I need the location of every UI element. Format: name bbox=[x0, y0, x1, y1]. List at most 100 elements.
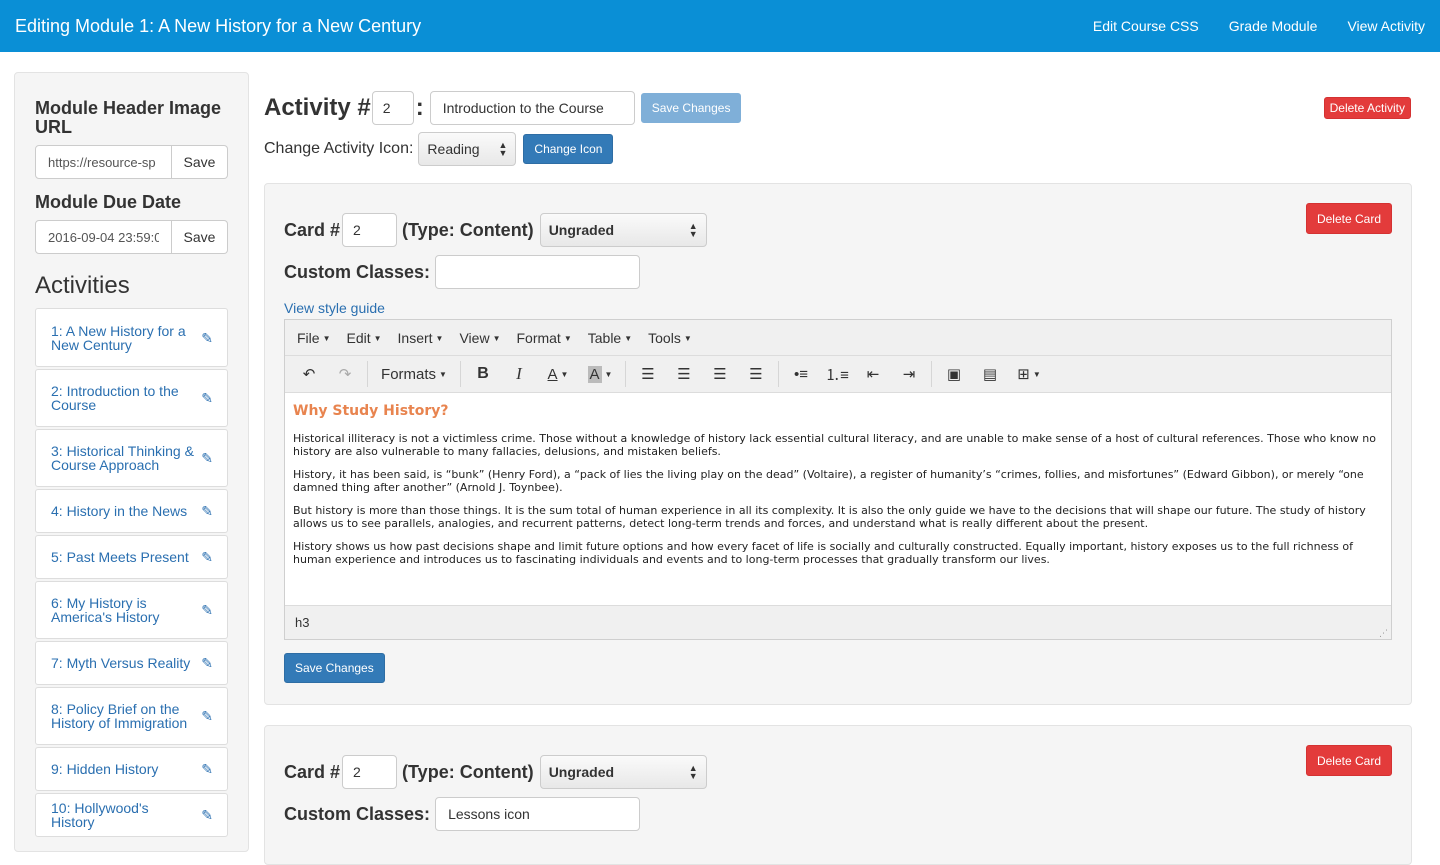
numbered-list-icon[interactable]: ⒈≡ bbox=[819, 359, 855, 389]
bold-icon[interactable]: B bbox=[465, 359, 501, 389]
grade-module-link[interactable]: Grade Module bbox=[1229, 18, 1318, 34]
card-grading-value: Ungraded bbox=[548, 222, 615, 238]
editor-content[interactable]: Why Study History? Historical illiteracy… bbox=[285, 393, 1391, 605]
menu-insert[interactable]: Insert ▼ bbox=[392, 330, 450, 346]
top-nav: Edit Course CSS Grade Module View Activi… bbox=[1093, 18, 1425, 34]
header-image-save-button[interactable]: Save bbox=[172, 145, 228, 179]
insert-table-icon[interactable]: ⊞ ▼ bbox=[1008, 359, 1050, 389]
pencil-icon[interactable]: ✎ bbox=[201, 762, 213, 776]
card-type-label: (Type: Content) bbox=[402, 219, 534, 240]
caret-down-icon: ▼ bbox=[624, 334, 633, 344]
pencil-icon[interactable]: ✎ bbox=[201, 550, 213, 564]
activity-number-input[interactable] bbox=[371, 91, 414, 125]
activity-list-item[interactable]: 2: Introduction to the Course ✎ bbox=[35, 369, 228, 427]
menu-tools[interactable]: Tools ▼ bbox=[642, 330, 698, 346]
card-save-button[interactable]: Save Changes bbox=[284, 653, 385, 683]
card-panel: Delete Card Card # (Type: Content) Ungra… bbox=[264, 725, 1412, 865]
activity-list-item[interactable]: 1: A New History for a New Century ✎ bbox=[35, 308, 228, 367]
activity-icon-select[interactable]: Reading ▲ ▼ bbox=[418, 132, 517, 166]
delete-card-button[interactable]: Delete Card bbox=[1305, 203, 1392, 234]
activity-link[interactable]: 3: Historical Thinking & Course Approach bbox=[51, 444, 195, 472]
delete-activity-button[interactable]: Delete Activity bbox=[1323, 97, 1411, 119]
activity-list-item[interactable]: 5: Past Meets Present ✎ bbox=[35, 535, 228, 579]
formats-dropdown[interactable]: Formats ▼ bbox=[372, 359, 456, 389]
menu-view[interactable]: View ▼ bbox=[453, 330, 506, 346]
content-paragraph: But history is more than those things. I… bbox=[293, 504, 1366, 530]
background-color-icon[interactable]: A ▼ bbox=[579, 359, 621, 389]
due-date-label: Module Due Date bbox=[35, 192, 182, 212]
pencil-icon[interactable]: ✎ bbox=[201, 391, 213, 405]
align-left-icon[interactable]: ☰ bbox=[630, 359, 666, 389]
card-number-input[interactable] bbox=[342, 213, 398, 247]
card-number-input[interactable] bbox=[342, 755, 398, 789]
activity-list-item[interactable]: 9: Hidden History ✎ bbox=[35, 747, 228, 791]
redo-icon[interactable]: ↷ bbox=[327, 359, 363, 389]
resize-handle-icon[interactable]: ⋰ bbox=[1379, 628, 1388, 639]
activity-link[interactable]: 6: My History is America's History bbox=[51, 596, 195, 624]
activity-link[interactable]: 2: Introduction to the Course bbox=[51, 384, 195, 412]
header-image-group: Save bbox=[35, 145, 228, 179]
due-date-input[interactable] bbox=[35, 220, 172, 254]
custom-classes-input[interactable] bbox=[435, 797, 641, 831]
menu-format[interactable]: Format ▼ bbox=[510, 330, 577, 346]
outdent-icon[interactable]: ⇤ bbox=[855, 359, 891, 389]
custom-classes-input[interactable] bbox=[435, 255, 641, 289]
due-date-save-button[interactable]: Save bbox=[172, 220, 228, 254]
delete-card-button[interactable]: Delete Card bbox=[1305, 745, 1392, 776]
menu-edit[interactable]: Edit ▼ bbox=[340, 330, 387, 346]
activity-list-item[interactable]: 3: Historical Thinking & Course Approach… bbox=[35, 429, 228, 487]
text-color-icon[interactable]: A ▼ bbox=[537, 359, 579, 389]
select-arrows-icon: ▲ ▼ bbox=[688, 221, 698, 239]
custom-classes-label: Custom Classes: bbox=[284, 803, 431, 824]
select-arrows-icon: ▲ ▼ bbox=[498, 140, 508, 158]
activity-title-input[interactable] bbox=[429, 91, 635, 125]
activity-link[interactable]: 8: Policy Brief on the History of Immigr… bbox=[51, 702, 195, 730]
pencil-icon[interactable]: ✎ bbox=[201, 451, 213, 465]
custom-classes-label: Custom Classes: bbox=[284, 261, 431, 282]
activity-link[interactable]: 4: History in the News bbox=[51, 504, 187, 518]
undo-icon[interactable]: ↶ bbox=[291, 359, 327, 389]
activity-header: Activity # : Save Changes Delete Activit… bbox=[264, 83, 1412, 133]
header-image-url-input[interactable] bbox=[35, 145, 172, 179]
bullet-list-icon[interactable]: •≡ bbox=[783, 359, 819, 389]
align-justify-icon[interactable]: ☰ bbox=[738, 359, 774, 389]
sidebar: Module Header Image URL Save Module Due … bbox=[14, 72, 249, 852]
activity-list-item[interactable]: 6: My History is America's History ✎ bbox=[35, 581, 228, 639]
activity-link[interactable]: 7: Myth Versus Reality bbox=[51, 656, 190, 670]
pencil-icon[interactable]: ✎ bbox=[201, 603, 213, 617]
caret-down-icon: ▼ bbox=[683, 334, 692, 344]
edit-course-css-link[interactable]: Edit Course CSS bbox=[1093, 18, 1199, 34]
activity-list-item[interactable]: 10: Hollywood's History ✎ bbox=[35, 793, 228, 837]
toolbar-divider bbox=[778, 361, 779, 387]
italic-icon[interactable]: I bbox=[501, 359, 537, 389]
activity-list-item[interactable]: 8: Policy Brief on the History of Immigr… bbox=[35, 687, 228, 745]
pencil-icon[interactable]: ✎ bbox=[201, 808, 213, 822]
pencil-icon[interactable]: ✎ bbox=[201, 656, 213, 670]
caret-down-icon: ▼ bbox=[492, 334, 501, 344]
activity-link[interactable]: 1: A New History for a New Century bbox=[51, 324, 195, 352]
content-paragraph: Historical illiteracy is not a victimles… bbox=[293, 432, 1376, 458]
activity-list-item[interactable]: 7: Myth Versus Reality ✎ bbox=[35, 641, 228, 685]
insert-image-icon[interactable]: ▣ bbox=[936, 359, 972, 389]
menu-file[interactable]: File ▼ bbox=[291, 330, 336, 346]
content-paragraph: History shows us how past decisions shap… bbox=[293, 540, 1353, 566]
activity-link[interactable]: 10: Hollywood's History bbox=[51, 801, 195, 829]
insert-media-icon[interactable]: ▤ bbox=[972, 359, 1008, 389]
pencil-icon[interactable]: ✎ bbox=[201, 504, 213, 518]
card-grading-select[interactable]: Ungraded ▲ ▼ bbox=[539, 755, 707, 789]
activity-link[interactable]: 9: Hidden History bbox=[51, 762, 158, 776]
card-panel: Delete Card Card # (Type: Content) Ungra… bbox=[264, 183, 1412, 705]
activity-list-item[interactable]: 4: History in the News ✎ bbox=[35, 489, 228, 533]
view-activity-link[interactable]: View Activity bbox=[1347, 18, 1425, 34]
activity-link[interactable]: 5: Past Meets Present bbox=[51, 550, 189, 564]
pencil-icon[interactable]: ✎ bbox=[201, 331, 213, 345]
pencil-icon[interactable]: ✎ bbox=[201, 709, 213, 723]
align-right-icon[interactable]: ☰ bbox=[702, 359, 738, 389]
view-style-guide-link[interactable]: View style guide bbox=[284, 300, 1392, 316]
change-icon-button[interactable]: Change Icon bbox=[523, 134, 614, 164]
align-center-icon[interactable]: ☰ bbox=[666, 359, 702, 389]
activity-save-button[interactable]: Save Changes bbox=[640, 93, 742, 123]
card-grading-select[interactable]: Ungraded ▲ ▼ bbox=[539, 213, 707, 247]
indent-icon[interactable]: ⇥ bbox=[891, 359, 927, 389]
menu-table[interactable]: Table ▼ bbox=[582, 330, 638, 346]
